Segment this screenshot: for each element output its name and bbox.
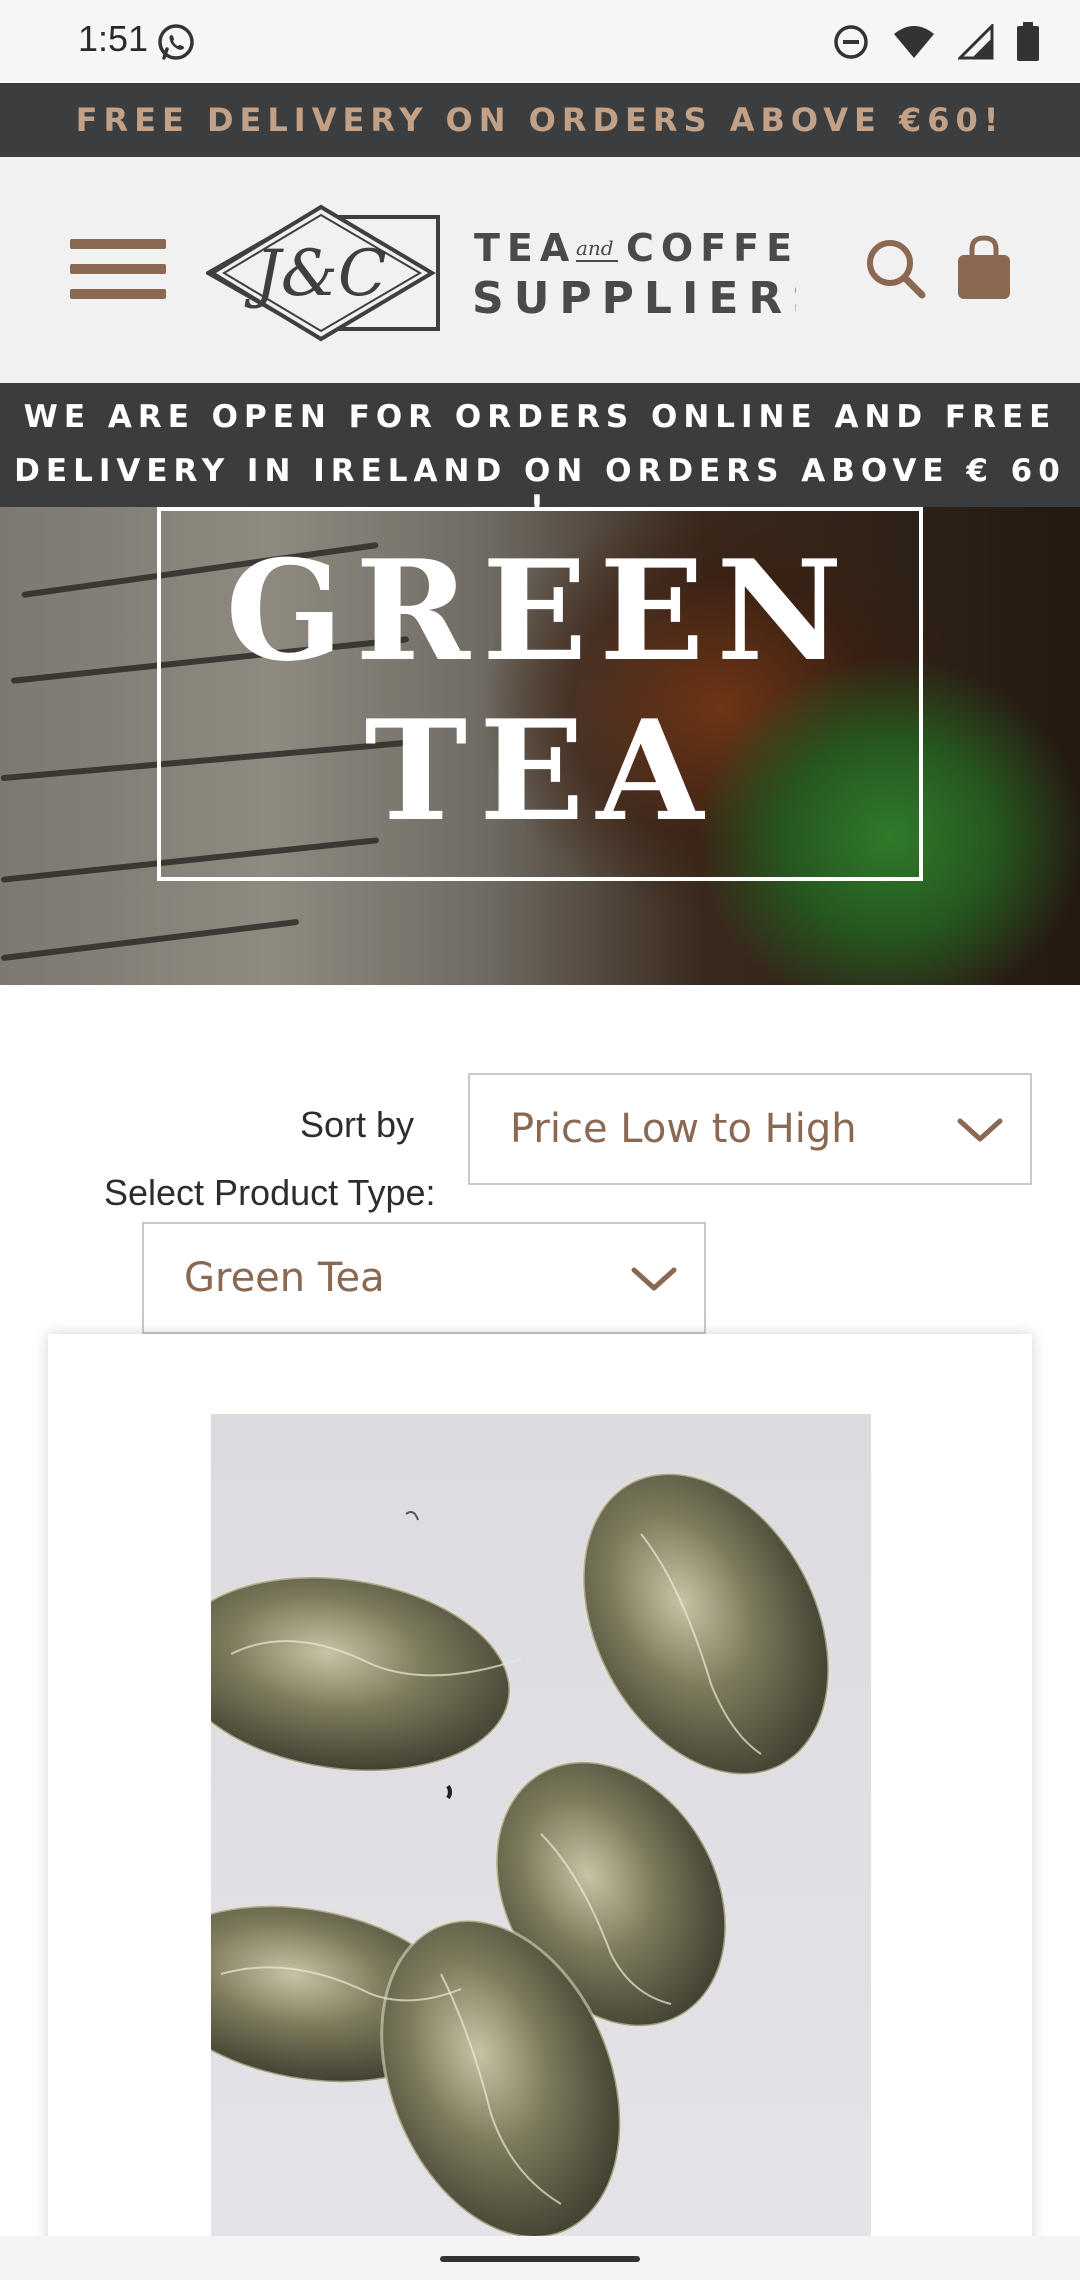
status-time: 1:51 xyxy=(78,18,149,59)
site-logo[interactable]: J&C TEA and COFFEE SUPPLIERS xyxy=(203,203,825,348)
do-not-disturb-icon xyxy=(832,23,870,66)
tea-pearls-photo xyxy=(211,1472,831,2239)
product-type-selected-value: Green Tea xyxy=(184,1255,385,1301)
cart-button[interactable] xyxy=(954,235,1014,306)
chevron-down-icon xyxy=(630,1264,678,1299)
notice-banner: WE ARE OPEN FOR ORDERS ONLINE AND FREE D… xyxy=(0,383,1080,525)
hero-title-frame: GREEN TEA xyxy=(157,507,923,881)
logo-coffee-text: COFFEE xyxy=(626,226,796,270)
search-icon xyxy=(867,240,926,299)
product-type-label: Select Product Type: xyxy=(104,1172,436,1213)
cell-signal-icon xyxy=(956,22,994,65)
system-navigation-bar xyxy=(0,2236,1080,2280)
status-bar: 1:51 xyxy=(0,0,1080,83)
site-header: J&C TEA and COFFEE SUPPLIERS xyxy=(0,157,1080,383)
sort-selected-value: Price Low to High xyxy=(510,1106,857,1152)
product-type-dropdown[interactable]: Green Tea xyxy=(142,1222,706,1334)
promo-text: FREE DELIVERY ON ORDERS ABOVE €60! xyxy=(75,101,1005,139)
hero-title-line-2: TEA xyxy=(364,689,716,852)
sort-dropdown[interactable]: Price Low to High xyxy=(468,1073,1032,1185)
promo-banner: FREE DELIVERY ON ORDERS ABOVE €60! xyxy=(0,83,1080,157)
logo-tea-text: TEA xyxy=(474,226,576,270)
menu-icon xyxy=(70,239,166,249)
chevron-down-icon xyxy=(956,1115,1004,1150)
menu-button[interactable] xyxy=(70,239,166,299)
logo-suppliers-text: SUPPLIERS xyxy=(472,273,796,324)
home-gesture-handle[interactable] xyxy=(440,2256,640,2262)
shopping-bag-icon xyxy=(958,235,1010,299)
sort-label: Sort by xyxy=(300,1104,415,1145)
notice-line-1: WE ARE OPEN FOR ORDERS ONLINE AND FREE xyxy=(23,399,1057,435)
product-image[interactable] xyxy=(211,1414,871,2244)
wifi-icon xyxy=(892,24,936,65)
battery-icon xyxy=(1016,22,1040,67)
category-hero: GREEN TEA xyxy=(0,507,1080,985)
product-card[interactable] xyxy=(48,1334,1032,2280)
logo-monogram: J&C xyxy=(244,237,387,311)
whatsapp-icon xyxy=(156,22,196,67)
hero-title-line-1: GREEN xyxy=(225,529,855,692)
search-button[interactable] xyxy=(864,237,928,306)
logo-and-text: and xyxy=(576,236,614,260)
status-icons xyxy=(832,22,1040,67)
